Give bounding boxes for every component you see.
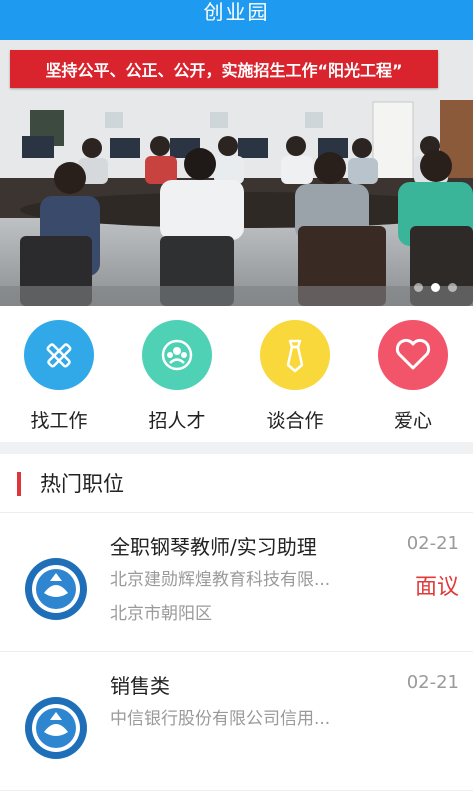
page-title: 创业园 <box>203 0 270 24</box>
school-logo-icon <box>25 558 87 620</box>
quick-actions: 找工作 招人才 谈合作 爱心 <box>0 306 473 442</box>
job-salary: 面议 <box>414 575 459 600</box>
app-header: 创业园 <box>0 0 473 40</box>
job-title: 销售类 <box>110 674 170 698</box>
quick-label: 找工作 <box>30 410 88 432</box>
school-logo-icon <box>25 697 87 759</box>
quick-find-job[interactable]: 找工作 <box>0 306 118 442</box>
job-company: 中信银行股份有限公司信用... <box>110 709 331 729</box>
quick-label: 谈合作 <box>266 410 324 432</box>
banner-slogan: 坚持公平、公正、公开，实施招生工作“阳光工程” <box>10 50 438 88</box>
section-divider <box>0 442 473 454</box>
quick-find-talent[interactable]: 招人才 <box>118 306 236 442</box>
carousel-dot[interactable] <box>448 283 457 292</box>
heart-icon <box>378 320 448 390</box>
quick-cooperation[interactable]: 谈合作 <box>236 306 354 442</box>
job-date: 02-21 <box>406 533 459 554</box>
carousel-dot[interactable] <box>414 283 423 292</box>
job-company: 北京建勋辉煌教育科技有限... <box>110 570 331 590</box>
job-list-item[interactable]: 销售类 中信银行股份有限公司信用... 02-21 <box>0 652 473 791</box>
tie-icon <box>260 320 330 390</box>
section-title: 热门职位 <box>40 472 124 496</box>
quick-charity[interactable]: 爱心 <box>354 306 472 442</box>
quick-label: 爱心 <box>393 410 432 432</box>
job-title: 全职钢琴教师/实习助理 <box>110 535 317 559</box>
pencil-ruler-icon <box>24 320 94 390</box>
banner-carousel[interactable]: 坚持公平、公正、公开，实施招生工作“阳光工程” <box>0 40 473 306</box>
carousel-dot-active[interactable] <box>431 283 440 292</box>
carousel-indicator <box>414 283 457 292</box>
job-list-item[interactable]: 全职钢琴教师/实习助理 北京建勋辉煌教育科技有限... 北京市朝阳区 02-21… <box>0 513 473 652</box>
quick-label: 招人才 <box>148 410 206 432</box>
people-group-icon <box>142 320 212 390</box>
job-location: 北京市朝阳区 <box>110 604 212 624</box>
job-date: 02-21 <box>406 672 459 693</box>
section-accent-bar <box>17 472 21 496</box>
hot-jobs-header: 热门职位 <box>0 454 473 513</box>
